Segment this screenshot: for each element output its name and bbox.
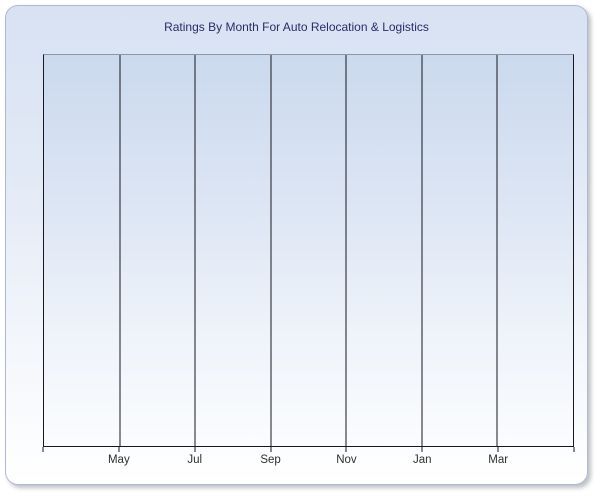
x-axis-tick xyxy=(421,447,423,452)
x-axis-label: May xyxy=(107,454,130,466)
x-axis-tick xyxy=(573,447,575,452)
x-axis-tick xyxy=(497,447,499,452)
x-axis-tick xyxy=(345,447,347,452)
x-axis-label: Nov xyxy=(336,454,357,466)
x-axis-tick xyxy=(118,447,120,452)
chart-title: Ratings By Month For Auto Relocation & L… xyxy=(164,20,429,34)
x-axis-labels: May Jul Sep Nov Jan Mar xyxy=(43,454,574,470)
chart-panel: Ratings By Month For Auto Relocation & L… xyxy=(5,5,588,485)
x-axis-label: Jul xyxy=(187,454,203,466)
screen: Ratings By Month For Auto Relocation & L… xyxy=(0,0,600,500)
x-axis-label: Mar xyxy=(488,454,509,466)
x-axis-label: Sep xyxy=(260,454,281,466)
gridline xyxy=(345,55,347,446)
plot-area xyxy=(43,54,574,447)
x-axis-tick xyxy=(270,447,272,452)
x-axis-label: Jan xyxy=(413,454,432,466)
gridline xyxy=(194,55,196,446)
gridline xyxy=(119,55,121,446)
x-axis-ticks xyxy=(42,447,575,453)
gridline xyxy=(421,55,423,446)
gridline xyxy=(270,55,272,446)
gridline xyxy=(496,55,498,446)
x-axis-tick xyxy=(42,447,44,452)
x-axis-tick xyxy=(194,447,196,452)
